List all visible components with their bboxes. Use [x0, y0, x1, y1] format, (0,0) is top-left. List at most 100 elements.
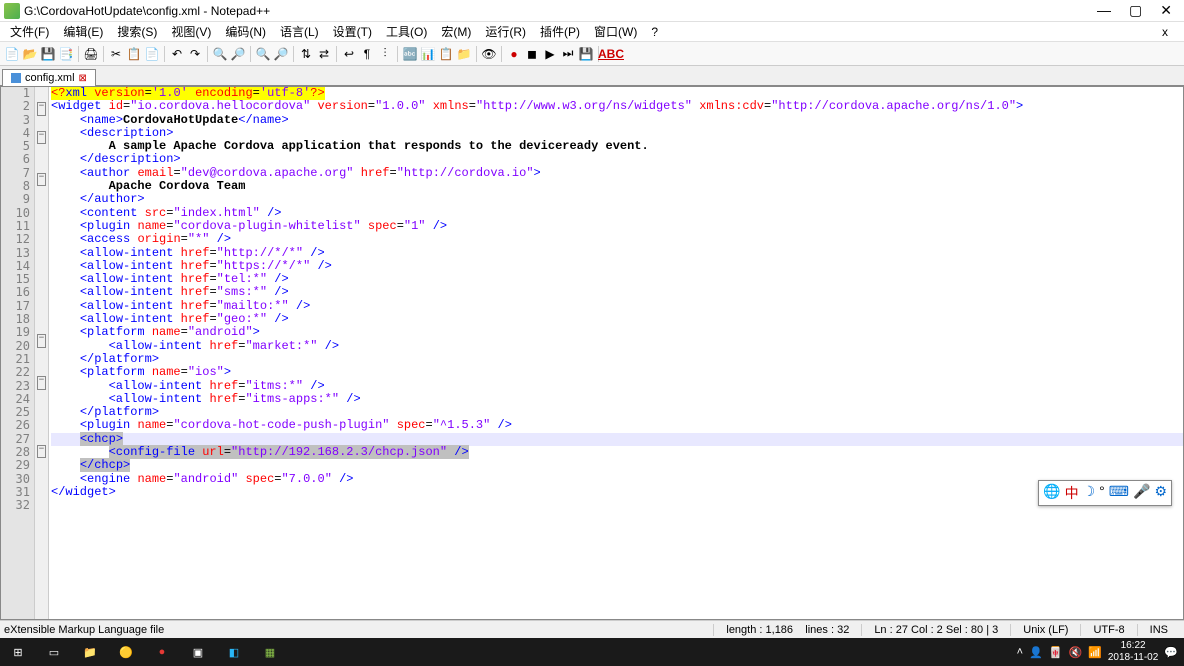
stop-icon[interactable]: ◼ — [524, 46, 540, 62]
close-button[interactable]: ✕ — [1160, 2, 1172, 19]
indent-guide-icon[interactable]: ⫶ — [377, 46, 393, 62]
tray-volume-icon[interactable]: 🔇 — [1068, 646, 1082, 659]
menu-item[interactable]: 插件(P) — [534, 21, 586, 42]
save-all-icon[interactable]: 📑 — [58, 46, 74, 62]
ime-toolbar[interactable]: 🌐 中 ☽ ° ⌨ 🎤 ⚙ — [1038, 480, 1172, 506]
menu-item[interactable]: 工具(O) — [380, 21, 433, 42]
code-line[interactable]: <description> — [51, 127, 1183, 140]
ime-punct-icon[interactable]: ° — [1099, 483, 1105, 503]
notifications-icon[interactable]: 💬 — [1164, 646, 1178, 659]
code-line[interactable]: <allow-intent href="http://*/*" /> — [51, 247, 1183, 260]
play-multi-icon[interactable]: ⏭ — [560, 46, 576, 62]
red-app-icon[interactable]: ● — [144, 638, 180, 666]
code-line[interactable]: <plugin name="cordova-hot-code-push-plug… — [51, 419, 1183, 432]
sync-v-icon[interactable]: ⇅ — [298, 46, 314, 62]
start-button[interactable]: ⊞ — [0, 638, 36, 666]
menu-item[interactable]: 编码(N) — [219, 21, 272, 42]
ime-moon-icon[interactable]: ☽ — [1083, 483, 1096, 503]
code-line[interactable]: <allow-intent href="itms:*" /> — [51, 380, 1183, 393]
new-file-icon[interactable]: 📄 — [4, 46, 20, 62]
undo-icon[interactable]: ↶ — [169, 46, 185, 62]
ime-keyboard-icon[interactable]: ⌨ — [1109, 483, 1129, 503]
code-line[interactable]: A sample Apache Cordova application that… — [51, 140, 1183, 153]
editor[interactable]: 1234567891011121314151617181920212223242… — [0, 86, 1184, 620]
tray-ime-icon[interactable]: 🀄 — [1049, 646, 1063, 659]
ime-settings-icon[interactable]: ⚙ — [1154, 483, 1167, 503]
minimize-button[interactable]: — — [1097, 2, 1111, 19]
open-file-icon[interactable]: 📂 — [22, 46, 38, 62]
redo-icon[interactable]: ↷ — [187, 46, 203, 62]
wrap-icon[interactable]: ↩ — [341, 46, 357, 62]
explorer-icon[interactable]: 📁 — [72, 638, 108, 666]
paste-icon[interactable]: 📄 — [144, 46, 160, 62]
code-line[interactable]: <allow-intent href="tel:*" /> — [51, 273, 1183, 286]
copy-icon[interactable]: 📋 — [126, 46, 142, 62]
lang-icon[interactable]: 🔤 — [402, 46, 418, 62]
code-line[interactable]: <widget id="io.cordova.hellocordova" ver… — [51, 100, 1183, 113]
menu-item[interactable]: 搜索(S) — [111, 21, 163, 42]
func-list-icon[interactable]: 📋 — [438, 46, 454, 62]
code-line[interactable]: </platform> — [51, 406, 1183, 419]
code-area[interactable]: <?xml version='1.0' encoding='utf-8'?><w… — [49, 87, 1183, 619]
menu-item[interactable]: 视图(V) — [165, 21, 217, 42]
spellcheck-icon[interactable]: ABC — [603, 46, 619, 62]
tray-up-icon[interactable]: ˄ — [1017, 646, 1023, 658]
menu-item[interactable]: 运行(R) — [479, 21, 532, 42]
ime-mic-icon[interactable]: 🎤 — [1133, 483, 1150, 503]
code-line[interactable]: </platform> — [51, 353, 1183, 366]
code-line[interactable]: <allow-intent href="sms:*" /> — [51, 286, 1183, 299]
menu-item[interactable]: ? — [645, 23, 664, 41]
code-line[interactable]: <allow-intent href="mailto:*" /> — [51, 300, 1183, 313]
replace-icon[interactable]: 🔎 — [230, 46, 246, 62]
code-line[interactable]: <platform name="ios"> — [51, 366, 1183, 379]
play-icon[interactable]: ▶ — [542, 46, 558, 62]
code-line[interactable]: </author> — [51, 193, 1183, 206]
code-line[interactable]: Apache Cordova Team — [51, 180, 1183, 193]
tray-people-icon[interactable]: 👤 — [1029, 646, 1043, 659]
code-line[interactable]: <?xml version='1.0' encoding='utf-8'?> — [51, 87, 1183, 100]
code-line[interactable]: <config-file url="http://192.168.2.3/chc… — [51, 446, 1183, 459]
code-line[interactable]: </description> — [51, 153, 1183, 166]
globe-icon[interactable]: 🌐 — [1043, 483, 1060, 503]
clock[interactable]: 16:22 2018-11-02 — [1108, 640, 1158, 664]
menu-item[interactable]: 文件(F) — [4, 21, 55, 42]
code-line[interactable]: <access origin="*" /> — [51, 233, 1183, 246]
menu-item[interactable]: 宏(M) — [435, 21, 477, 42]
cut-icon[interactable]: ✂ — [108, 46, 124, 62]
zoom-out-icon[interactable]: 🔎 — [273, 46, 289, 62]
code-line[interactable]: <allow-intent href="https://*/*" /> — [51, 260, 1183, 273]
code-line[interactable]: </chcp> — [51, 459, 1183, 472]
maximize-button[interactable]: ▢ — [1129, 2, 1142, 19]
code-line[interactable]: <allow-intent href="itms-apps:*" /> — [51, 393, 1183, 406]
record-icon[interactable]: ● — [506, 46, 522, 62]
terminal-icon[interactable]: ▣ — [180, 638, 216, 666]
code-line[interactable]: <content src="index.html" /> — [51, 207, 1183, 220]
notepadpp-icon[interactable]: ▦ — [252, 638, 288, 666]
tab-config-xml[interactable]: config.xml ⊠ — [2, 69, 96, 86]
fold-gutter[interactable]: −−−−−− — [35, 87, 49, 619]
menu-item[interactable]: 窗口(W) — [588, 21, 643, 42]
menu-item[interactable]: 编辑(E) — [57, 21, 109, 42]
code-line[interactable]: <name>CordovaHotUpdate</name> — [51, 114, 1183, 127]
code-line[interactable]: </widget> — [51, 486, 1183, 499]
vscode-icon[interactable]: ◧ — [216, 638, 252, 666]
code-line[interactable]: <chcp> — [51, 433, 1183, 446]
code-line[interactable]: <allow-intent href="geo:*" /> — [51, 313, 1183, 326]
save-icon[interactable]: 💾 — [40, 46, 56, 62]
monitor-icon[interactable]: 👁 — [481, 46, 497, 62]
menu-item[interactable]: 设置(T) — [327, 21, 378, 42]
ime-cn-icon[interactable]: 中 — [1065, 483, 1079, 503]
code-line[interactable]: <plugin name="cordova-plugin-whitelist" … — [51, 220, 1183, 233]
print-icon[interactable]: 🖨 — [83, 46, 99, 62]
save-macro-icon[interactable]: 💾 — [578, 46, 594, 62]
show-all-icon[interactable]: ¶ — [359, 46, 375, 62]
menu-item[interactable]: 语言(L) — [274, 21, 325, 42]
code-line[interactable]: <allow-intent href="market:*" /> — [51, 340, 1183, 353]
close-doc-icon[interactable]: x — [1156, 23, 1174, 41]
code-line[interactable]: <engine name="android" spec="7.0.0" /> — [51, 473, 1183, 486]
task-view-button[interactable]: ▭ — [36, 638, 72, 666]
find-icon[interactable]: 🔍 — [212, 46, 228, 62]
code-line[interactable]: <platform name="android"> — [51, 326, 1183, 339]
code-line[interactable]: <author email="dev@cordova.apache.org" h… — [51, 167, 1183, 180]
tab-close-icon[interactable]: ⊠ — [79, 73, 87, 84]
